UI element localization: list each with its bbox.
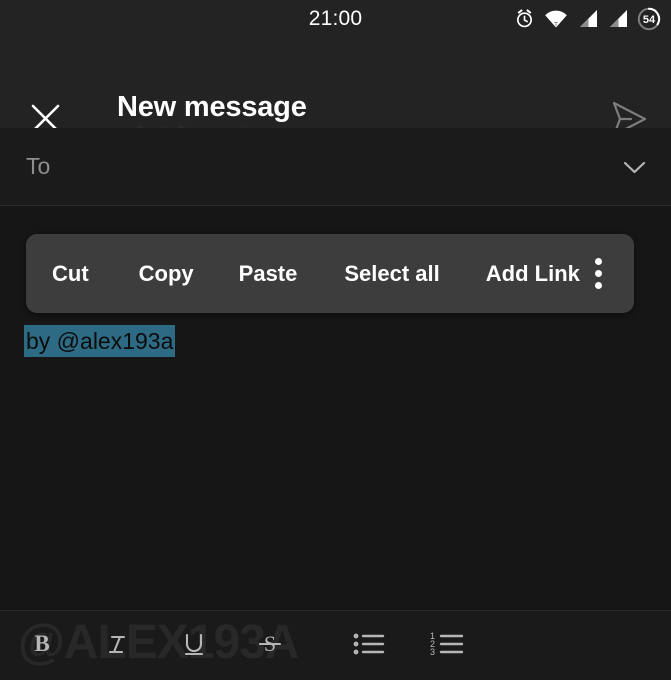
dot bbox=[594, 258, 602, 265]
selected-text[interactable]: by @alex193a bbox=[24, 325, 176, 357]
svg-text:3: 3 bbox=[430, 647, 435, 657]
alarm-clock-icon bbox=[514, 8, 535, 29]
context-menu-item-cut[interactable]: Cut bbox=[52, 262, 89, 285]
status-clock: 21:00 bbox=[308, 7, 363, 30]
strikethrough-button[interactable]: S bbox=[243, 618, 297, 674]
bold-icon: B bbox=[27, 629, 57, 664]
context-menu-item-paste[interactable]: Paste bbox=[239, 262, 298, 285]
text-selection-context-menu: Cut Copy Paste Select all Add Link bbox=[26, 234, 634, 313]
wifi-icon bbox=[544, 9, 568, 29]
signal-bars-icon bbox=[607, 9, 628, 28]
italic-button[interactable] bbox=[91, 618, 145, 674]
numbered-list-icon: 1 2 3 bbox=[429, 630, 465, 663]
app-screen: 21:00 54 New message To by @alex193a Cut… bbox=[0, 0, 671, 680]
status-bar: 21:00 54 bbox=[0, 0, 671, 37]
context-menu-item-select-all[interactable]: Select all bbox=[344, 262, 439, 285]
recipient-label: To bbox=[26, 153, 51, 179]
battery-icon: 54 bbox=[637, 7, 661, 31]
format-toolbar: B S bbox=[0, 610, 671, 680]
svg-text:B: B bbox=[34, 631, 49, 656]
status-icon-tray: 54 bbox=[514, 0, 661, 37]
dot bbox=[594, 282, 602, 289]
more-vertical-icon[interactable] bbox=[576, 249, 620, 299]
recipient-row[interactable]: To bbox=[0, 128, 671, 206]
numbered-list-button[interactable]: 1 2 3 bbox=[420, 618, 474, 674]
bulleted-list-icon bbox=[352, 630, 386, 663]
dot bbox=[594, 270, 602, 277]
compose-header: New message redacted account name bbox=[0, 37, 671, 145]
bulleted-list-button[interactable] bbox=[342, 618, 396, 674]
underline-button[interactable] bbox=[167, 618, 221, 674]
italic-icon bbox=[103, 629, 133, 664]
underline-icon bbox=[179, 629, 209, 664]
strikethrough-icon: S bbox=[255, 629, 285, 664]
page-title: New message bbox=[117, 91, 307, 123]
bold-button[interactable]: B bbox=[15, 618, 69, 674]
chevron-down-icon bbox=[623, 161, 646, 173]
signal-bars-icon bbox=[577, 9, 598, 28]
battery-level-text: 54 bbox=[643, 14, 656, 26]
context-menu-item-add-link[interactable]: Add Link bbox=[486, 262, 580, 285]
recipient-expand-button[interactable] bbox=[622, 159, 647, 175]
context-menu-item-copy[interactable]: Copy bbox=[139, 262, 194, 285]
